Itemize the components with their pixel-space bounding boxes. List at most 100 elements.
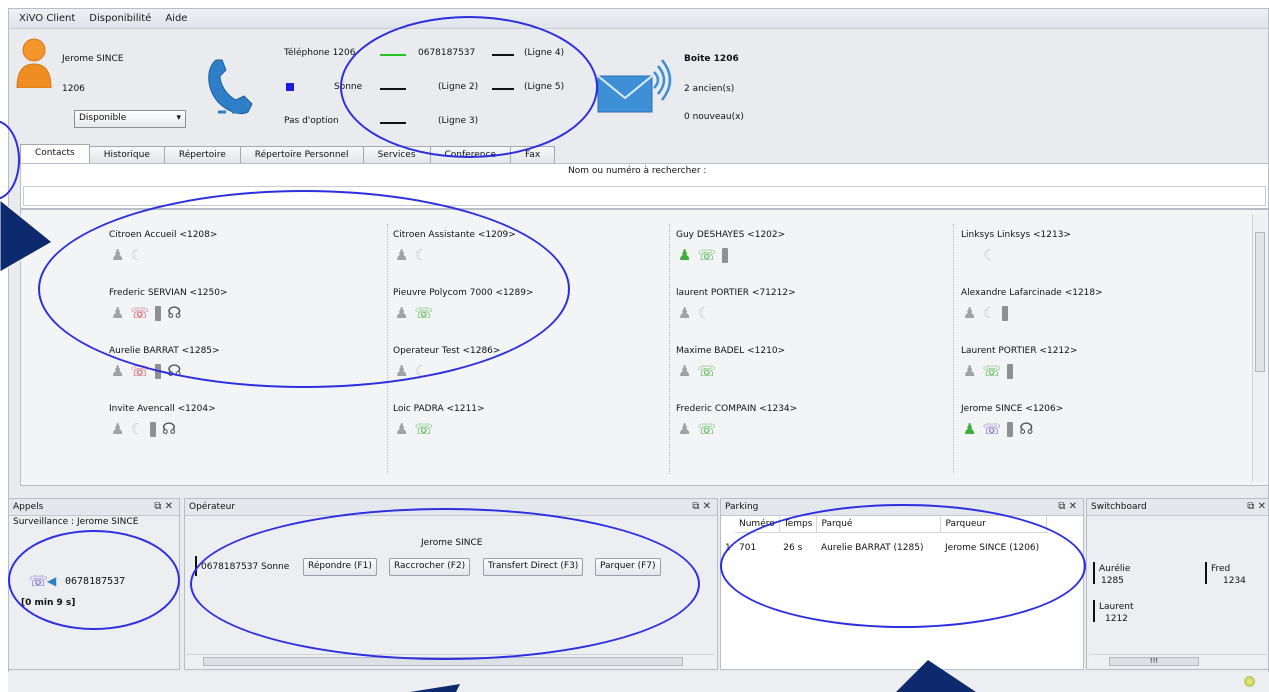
dock-float-close-icon[interactable]: ⧉ ✕: [1058, 501, 1077, 512]
contact-card[interactable]: laurent PORTIER <71212> ♟ ☾: [676, 288, 936, 344]
contact-card[interactable]: Invite Avencall <1204> ♟ ☾ ☊: [109, 404, 369, 460]
user-extension: 1206: [62, 84, 85, 94]
contact-card[interactable]: Jerome SINCE <1206> ♟ ☏ ☊: [961, 404, 1221, 460]
switchboard-entry-ext: 1234: [1223, 576, 1246, 586]
appels-title-bar: Appels ⧉ ✕: [9, 499, 179, 516]
phone-ringing-icon: ☏: [982, 420, 1002, 438]
dock-float-close-icon[interactable]: ⧉ ✕: [1247, 501, 1266, 512]
contacts-scrollbar[interactable]: [1252, 214, 1266, 482]
mobile-icon: [722, 247, 729, 263]
entry-marker: [1093, 600, 1095, 622]
contact-name: Guy DESHAYES <1202>: [676, 230, 786, 240]
tab-repertoire-personnel[interactable]: Répertoire Personnel: [239, 146, 364, 164]
phone-idle-icon: ☾: [983, 246, 997, 264]
dock-float-close-icon[interactable]: ⧉ ✕: [154, 501, 173, 512]
parking-title: Parking: [725, 502, 759, 512]
annotation-ellipse-appels: [8, 530, 180, 630]
contact-card[interactable]: Maxime BADEL <1210> ♟ ☏: [676, 346, 936, 402]
contact-name: Invite Avencall <1204>: [109, 404, 216, 414]
menu-disponibilite[interactable]: Disponibilité: [89, 13, 151, 24]
annotation-ellipse-operateur: [190, 508, 700, 660]
tab-repertoire[interactable]: Répertoire: [163, 146, 241, 164]
user-icon: ♟: [963, 362, 977, 380]
contact-card[interactable]: Linksys Linksys <1213> ☾: [961, 230, 1221, 286]
user-icon: ♟: [678, 420, 692, 438]
annotation-ellipse-parking: [720, 504, 1086, 628]
user-icon: ♟: [111, 362, 125, 380]
contact-name: Laurent PORTIER <1212>: [961, 346, 1078, 356]
switchboard-scrollbar-thumb[interactable]: !!!: [1109, 657, 1199, 666]
appels-title: Appels: [13, 502, 44, 512]
phone-idle-icon: ☾: [130, 420, 144, 438]
agent-headset-icon: ☊: [1019, 419, 1034, 438]
status-bar: [8, 672, 1269, 692]
surveillance-label: Surveillance : Jerome SINCE: [13, 517, 139, 527]
switchboard-title: Switchboard: [1091, 502, 1147, 512]
voicemail-envelope-icon: [597, 59, 672, 113]
contacts-scrollbar-thumb[interactable]: [1255, 232, 1265, 372]
contact-status-icons: ♟ ☏: [395, 421, 433, 437]
phone-available-icon: ☏: [982, 362, 1002, 380]
availability-value: Disponible: [79, 113, 127, 123]
user-icon: ♟: [678, 362, 692, 380]
contact-status-icons: ♟ ☏: [678, 246, 729, 264]
contact-name: Alexandre Lafarcinade <1218>: [961, 288, 1103, 298]
contact-name: Frederic COMPAIN <1234>: [676, 404, 798, 414]
menu-xivo-client[interactable]: XiVO Client: [19, 13, 75, 24]
column-divider: [953, 224, 954, 474]
ring-indicator-icon: [286, 83, 294, 91]
phone-available-icon: ☏: [697, 246, 717, 264]
mobile-icon: [149, 421, 156, 437]
user-icon: ♟: [111, 420, 125, 438]
contact-status-icons: ♟ ☏: [678, 363, 716, 379]
voicemail-title: Boite 1206: [684, 54, 739, 64]
contact-status-icons: ♟ ☾: [678, 305, 711, 321]
availability-select[interactable]: Disponible: [74, 110, 186, 128]
tab-historique[interactable]: Historique: [88, 146, 165, 164]
operateur-title: Opérateur: [189, 502, 236, 512]
option-label: Pas d'option: [284, 116, 339, 126]
contact-name: Maxime BADEL <1210>: [676, 346, 786, 356]
contact-card[interactable]: Guy DESHAYES <1202> ♟ ☏: [676, 230, 936, 286]
entry-marker: [1205, 562, 1207, 584]
annotation-ellipse-contacts: [38, 190, 570, 388]
user-icon: ♟: [395, 420, 409, 438]
contact-card[interactable]: Frederic COMPAIN <1234> ♟ ☏: [676, 404, 936, 460]
contact-status-icons: ♟ ☏: [678, 421, 716, 437]
tab-contacts[interactable]: Contacts: [20, 144, 90, 164]
mobile-icon: [1007, 421, 1014, 437]
switchboard-entry-name[interactable]: Laurent: [1099, 602, 1134, 612]
phone-idle-icon: ☾: [697, 304, 711, 322]
phone-available-icon: ☏: [697, 420, 717, 438]
switchboard-entry-ext: 1212: [1105, 614, 1128, 624]
contact-status-icons: ♟ ☾ ☊: [111, 419, 177, 438]
switchboard-title-bar: Switchboard ⧉ ✕: [1087, 499, 1268, 516]
contact-card[interactable]: Alexandre Lafarcinade <1218> ♟ ☾: [961, 288, 1221, 344]
user-icon: ♟: [963, 304, 977, 322]
menu-aide[interactable]: Aide: [165, 13, 187, 24]
contact-name: laurent PORTIER <71212>: [676, 288, 796, 298]
contact-name: Jerome SINCE <1206>: [961, 404, 1064, 414]
dock-float-close-icon[interactable]: ⧉ ✕: [692, 501, 711, 512]
phone-idle-icon: ☾: [982, 304, 996, 322]
switchboard-entry-name[interactable]: Fred: [1211, 564, 1230, 574]
voicemail-new: 0 nouveau(x): [684, 112, 744, 122]
contact-card[interactable]: Laurent PORTIER <1212> ♟ ☏: [961, 346, 1221, 402]
contact-name: Linksys Linksys <1213>: [961, 230, 1071, 240]
mobile-icon: [1001, 305, 1008, 321]
entry-marker: [1093, 562, 1095, 584]
column-divider: [669, 224, 670, 474]
user-icon: ♟: [678, 304, 692, 322]
switchboard-entry-name[interactable]: Aurélie: [1099, 564, 1130, 574]
user-avatar-icon: [16, 38, 52, 88]
user-name: Jerome SINCE: [62, 54, 124, 64]
phone-available-icon: ☏: [414, 420, 434, 438]
menu-bar: XiVO Client Disponibilité Aide: [9, 9, 1268, 29]
contact-status-icons: ♟ ☏: [963, 362, 1014, 380]
contact-card[interactable]: Loic PADRA <1211> ♟ ☏: [393, 404, 653, 460]
contact-status-icons: ♟ ☾: [963, 305, 1008, 321]
voicemail-old: 2 ancien(s): [684, 84, 735, 94]
switchboard-scrollbar[interactable]: !!!: [1089, 654, 1266, 667]
agent-headset-icon: ☊: [161, 419, 177, 438]
user-online-icon: ♟: [678, 246, 692, 264]
